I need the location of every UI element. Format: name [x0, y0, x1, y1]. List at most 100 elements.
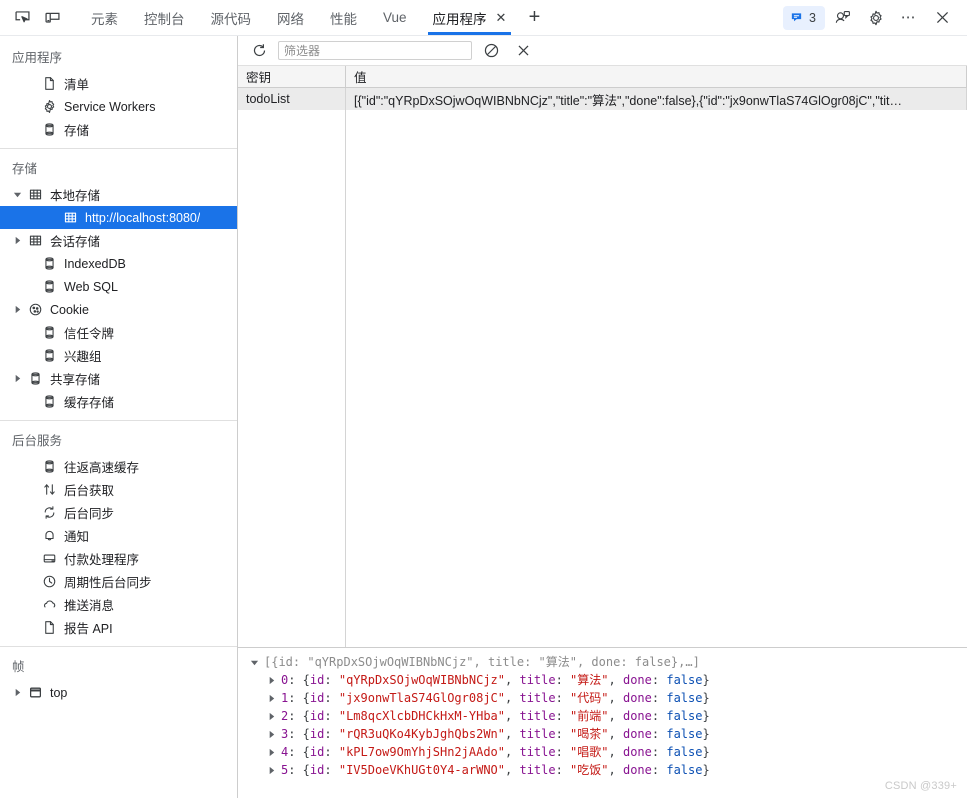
preview-root-text: [{id: "qYRpDxSOjwOqWIBNbNCjz", title: "算…	[264, 655, 700, 669]
tab-network[interactable]: 网络	[264, 0, 317, 35]
sidebar-item-label: 通知	[64, 530, 90, 544]
tab-label: 网络	[277, 11, 304, 27]
tab-vue[interactable]: Vue	[370, 0, 420, 35]
filter-input[interactable]	[278, 41, 472, 60]
sidebar-item-[interactable]: 信任令牌	[0, 321, 237, 344]
tab-sources[interactable]: 源代码	[198, 0, 265, 35]
preview-item-id: IV5DoeVKhUGt0Y4-arWNO	[346, 763, 498, 777]
sidebar-section-title: 后台服务	[12, 434, 63, 448]
chevron-right-icon[interactable]	[265, 689, 278, 707]
cookie-icon	[24, 302, 46, 317]
chevron-right-icon[interactable]	[10, 374, 24, 383]
devtools-tabs: 元素 控制台 源代码 网络 性能 Vue 应用程序 ✕ +	[78, 0, 549, 35]
chevron-right-icon[interactable]	[10, 236, 24, 245]
sidebar-item-[interactable]: 付款处理程序	[0, 547, 237, 570]
database-icon	[38, 279, 60, 294]
gear-icon	[38, 99, 60, 114]
sidebar-item-label: http://localhost:8080/	[85, 210, 201, 225]
preview-item-row[interactable]: 5: {id: "IV5DoeVKhUGt0Y4-arWNO", title: …	[238, 761, 967, 779]
preview-item-title: 喝茶	[577, 727, 602, 741]
preview-item-row[interactable]: 2: {id: "Lm8qcXlcbDHCkHxM-YHba", title: …	[238, 707, 967, 725]
tab-elements[interactable]: 元素	[78, 0, 131, 35]
storage-toolbar	[238, 36, 967, 66]
sidebar-item-label: 缓存存储	[64, 396, 115, 410]
preview-item-text: 4: {id: "kPL7ow9OmYhjSHn2jAAdo", title: …	[281, 745, 710, 759]
sidebar-item-http-localhost-8080[interactable]: http://localhost:8080/	[0, 206, 237, 229]
chevron-right-icon[interactable]	[10, 688, 24, 697]
tab-application[interactable]: 应用程序 ✕	[420, 0, 520, 35]
storage-table: 密钥 值 todoList [{"id":"qYRpDxSOjwOqWIBNbN…	[238, 66, 967, 647]
preview-item-row[interactable]: 1: {id: "jx9onwTlaS74GlOgr08jC", title: …	[238, 689, 967, 707]
preview-item-done: false	[666, 745, 703, 759]
preview-item-row[interactable]: 0: {id: "qYRpDxSOjwOqWIBNbNCjz", title: …	[238, 671, 967, 689]
preview-item-row[interactable]: 4: {id: "kPL7ow9OmYhjSHn2jAAdo", title: …	[238, 743, 967, 761]
tab-close-icon[interactable]: ✕	[496, 11, 507, 24]
sidebar-item-label: Web SQL	[64, 279, 118, 294]
sidebar-item-[interactable]: 往返高速缓存	[0, 455, 237, 478]
database-icon	[38, 325, 60, 340]
issues-badge[interactable]: 3	[783, 5, 825, 30]
chevron-right-icon[interactable]	[265, 743, 278, 761]
sidebar-section: 应用程序 清单 Service Workers 存储	[0, 38, 237, 149]
devtools-layout-icon[interactable]	[828, 4, 858, 32]
chevron-right-icon[interactable]	[265, 671, 278, 689]
sidebar-item-web-sql[interactable]: Web SQL	[0, 275, 237, 298]
sidebar-item-[interactable]: 存储	[0, 118, 237, 141]
sidebar-item-[interactable]: 共享存储	[0, 367, 237, 390]
tab-label: Vue	[383, 10, 407, 25]
preview-item-title: 吃饭	[577, 763, 602, 777]
gear-icon[interactable]	[861, 4, 891, 32]
add-tab-button[interactable]: +	[519, 0, 549, 35]
inspect-element-icon[interactable]	[8, 4, 36, 32]
sidebar-item-[interactable]: 推送消息	[0, 593, 237, 616]
sidebar-item-[interactable]: 通知	[0, 524, 237, 547]
sidebar-item-[interactable]: 周期性后台同步	[0, 570, 237, 593]
more-options-icon[interactable]: ⋯	[894, 4, 924, 32]
chevron-right-icon[interactable]	[10, 305, 24, 314]
tab-console[interactable]: 控制台	[131, 0, 198, 35]
sidebar-item-[interactable]: 兴趣组	[0, 344, 237, 367]
tab-label: 性能	[330, 11, 357, 27]
sidebar-item-label: Service Workers	[64, 99, 156, 114]
table-row[interactable]: todoList [{"id":"qYRpDxSOjwOqWIBNbNCjz",…	[238, 88, 967, 110]
tab-label: 源代码	[210, 11, 252, 27]
database-icon	[38, 256, 60, 271]
sidebar-item-[interactable]: 会话存储	[0, 229, 237, 252]
sidebar-item-label: 信任令牌	[64, 327, 115, 341]
device-toolbar-icon[interactable]	[38, 4, 66, 32]
chevron-right-icon[interactable]	[265, 707, 278, 725]
preview-item-row[interactable]: 3: {id: "rQR3uQKo4KybJghQbs2Wn", title: …	[238, 725, 967, 743]
chevron-right-icon[interactable]	[265, 725, 278, 743]
delete-selected-icon[interactable]	[510, 39, 536, 63]
sidebar-item-[interactable]: 后台获取	[0, 478, 237, 501]
chevron-right-icon[interactable]	[265, 761, 278, 779]
database-icon	[38, 122, 60, 137]
tabbar-left-tools	[0, 0, 66, 35]
sidebar-item-[interactable]: 本地存储	[0, 183, 237, 206]
issue-message-icon	[790, 11, 803, 24]
column-header-value[interactable]: 值	[346, 66, 967, 87]
sidebar-item-indexeddb[interactable]: IndexedDB	[0, 252, 237, 275]
chevron-down-icon[interactable]	[248, 653, 261, 671]
sync-icon	[38, 505, 60, 520]
sidebar-item-[interactable]: 后台同步	[0, 501, 237, 524]
database-icon	[24, 371, 46, 386]
chevron-down-icon[interactable]	[10, 190, 24, 199]
sidebar-section-title: 帧	[12, 660, 25, 674]
tab-label: 控制台	[144, 11, 185, 27]
sidebar-item-top[interactable]: top	[0, 681, 237, 704]
preview-root-row[interactable]: [{id: "qYRpDxSOjwOqWIBNbNCjz", title: "算…	[238, 653, 967, 671]
sidebar-item-[interactable]: 缓存存储	[0, 390, 237, 413]
sidebar-item-[interactable]: 清单	[0, 72, 237, 95]
refresh-icon[interactable]	[246, 39, 272, 63]
sidebar-item-label: 后台同步	[64, 507, 115, 521]
sidebar-item-cookie[interactable]: Cookie	[0, 298, 237, 321]
column-header-key[interactable]: 密钥	[238, 66, 346, 87]
more-options-label: ⋯	[900, 9, 918, 26]
sidebar-item-label: 推送消息	[64, 599, 115, 613]
sidebar-item-service-workers[interactable]: Service Workers	[0, 95, 237, 118]
clear-all-icon[interactable]	[478, 39, 504, 63]
tab-performance[interactable]: 性能	[317, 0, 370, 35]
sidebar-item-api[interactable]: 报告 API	[0, 616, 237, 639]
close-icon[interactable]	[927, 4, 957, 32]
